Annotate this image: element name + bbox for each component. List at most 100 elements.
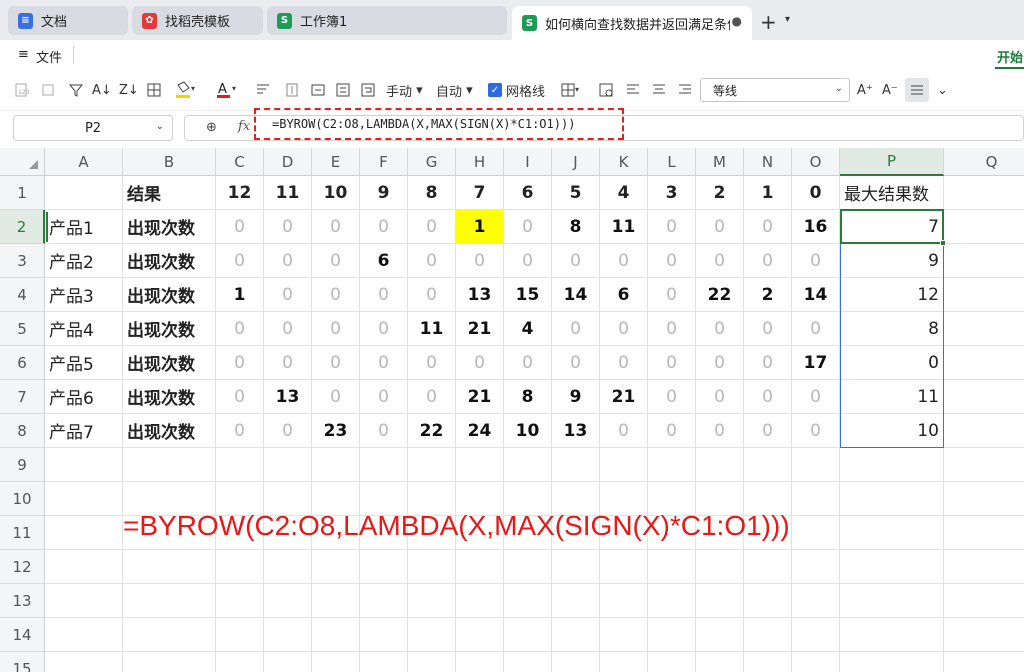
cell-O3[interactable]: 0 <box>792 244 840 278</box>
cell-C2[interactable]: 0 <box>216 210 264 244</box>
cell-J9[interactable] <box>552 448 600 482</box>
tab-active-sheet[interactable]: S 如何横向查找数据并返回满足条件 ● <box>512 6 752 40</box>
cell-E5[interactable]: 0 <box>312 312 360 346</box>
cell-A4[interactable]: 产品3 <box>45 278 123 312</box>
column-header-Q[interactable]: Q <box>944 148 1024 176</box>
row-header-11[interactable]: 11 <box>0 516 45 550</box>
cell-M8[interactable]: 0 <box>696 414 744 448</box>
cell-B1[interactable]: 结果 <box>123 176 216 210</box>
cell-P14[interactable] <box>840 618 944 652</box>
cell-Q9[interactable] <box>944 448 1024 482</box>
cell-I15[interactable] <box>504 652 552 672</box>
cell-B7[interactable]: 出现次数 <box>123 380 216 414</box>
cell-O1[interactable]: 0 <box>792 176 840 210</box>
cell-G5[interactable]: 11 <box>408 312 456 346</box>
cell-E12[interactable] <box>312 550 360 584</box>
cell-C6[interactable]: 0 <box>216 346 264 380</box>
cell-A7[interactable]: 产品6 <box>45 380 123 414</box>
cell-N15[interactable] <box>744 652 792 672</box>
clear-format-icon[interactable] <box>40 81 56 99</box>
cell-C15[interactable] <box>216 652 264 672</box>
cell-M1[interactable]: 2 <box>696 176 744 210</box>
cell-E15[interactable] <box>312 652 360 672</box>
cell-J14[interactable] <box>552 618 600 652</box>
cell-K14[interactable] <box>600 618 648 652</box>
cell-P9[interactable] <box>840 448 944 482</box>
cell-Q10[interactable] <box>944 482 1024 516</box>
cell-K12[interactable] <box>600 550 648 584</box>
cell-H4[interactable]: 13 <box>456 278 504 312</box>
cell-I8[interactable]: 10 <box>504 414 552 448</box>
tab-start[interactable]: 开始 <box>997 47 1023 66</box>
cell-L15[interactable] <box>648 652 696 672</box>
row-header-9[interactable]: 9 <box>0 448 45 482</box>
cell-G15[interactable] <box>408 652 456 672</box>
cell-K2[interactable]: 11 <box>600 210 648 244</box>
column-header-B[interactable]: B <box>123 148 216 176</box>
cell-F12[interactable] <box>360 550 408 584</box>
cell-G3[interactable]: 0 <box>408 244 456 278</box>
cell-D4[interactable]: 0 <box>264 278 312 312</box>
center-across-icon[interactable] <box>335 81 351 99</box>
cell-F8[interactable]: 0 <box>360 414 408 448</box>
cell-G7[interactable]: 0 <box>408 380 456 414</box>
cell-J6[interactable]: 0 <box>552 346 600 380</box>
cell-A8[interactable]: 产品7 <box>45 414 123 448</box>
cell-A1[interactable] <box>45 176 123 210</box>
cell-H9[interactable] <box>456 448 504 482</box>
cell-F14[interactable] <box>360 618 408 652</box>
cell-L12[interactable] <box>648 550 696 584</box>
cell-O12[interactable] <box>792 550 840 584</box>
gridlines-checkbox[interactable]: ✓ <box>488 83 502 97</box>
column-header-C[interactable]: C <box>216 148 264 176</box>
cell-O2[interactable]: 16 <box>792 210 840 244</box>
cell-K1[interactable]: 4 <box>600 176 648 210</box>
cell-A10[interactable] <box>45 482 123 516</box>
cell-E9[interactable] <box>312 448 360 482</box>
filter-icon[interactable] <box>68 81 84 99</box>
cell-M6[interactable]: 0 <box>696 346 744 380</box>
row-header-13[interactable]: 13 <box>0 584 45 618</box>
cell-F15[interactable] <box>360 652 408 672</box>
cell-M14[interactable] <box>696 618 744 652</box>
cell-B14[interactable] <box>123 618 216 652</box>
cell-P7[interactable]: 11 <box>840 380 944 414</box>
row-header-7[interactable]: 7 <box>0 380 45 414</box>
cell-J2[interactable]: 8 <box>552 210 600 244</box>
cell-F4[interactable]: 0 <box>360 278 408 312</box>
column-header-M[interactable]: M <box>696 148 744 176</box>
cell-L3[interactable]: 0 <box>648 244 696 278</box>
cell-C14[interactable] <box>216 618 264 652</box>
row-header-8[interactable]: 8 <box>0 414 45 448</box>
tab-docer[interactable]: ✿ 找稻壳模板 <box>132 6 263 35</box>
cell-H3[interactable]: 0 <box>456 244 504 278</box>
cell-Q2[interactable] <box>944 210 1024 244</box>
row-header-2[interactable]: 2 <box>0 210 45 244</box>
manual-dropdown[interactable]: 手动 ▾ <box>386 81 423 100</box>
chevron-down-icon[interactable]: ⌄ <box>937 81 948 99</box>
cell-O14[interactable] <box>792 618 840 652</box>
column-header-G[interactable]: G <box>408 148 456 176</box>
cell-A5[interactable]: 产品4 <box>45 312 123 346</box>
cell-K13[interactable] <box>600 584 648 618</box>
cell-L7[interactable]: 0 <box>648 380 696 414</box>
cell-H1[interactable]: 7 <box>456 176 504 210</box>
cell-D2[interactable]: 0 <box>264 210 312 244</box>
cell-H7[interactable]: 21 <box>456 380 504 414</box>
cell-L5[interactable]: 0 <box>648 312 696 346</box>
align-left-icon[interactable] <box>626 81 640 99</box>
formula-text[interactable]: =BYROW(C2:O8,LAMBDA(X,MAX(SIGN(X)*C1:O1)… <box>254 108 624 140</box>
font-color-icon[interactable]: A ▾ <box>216 81 238 99</box>
cell-A11[interactable] <box>45 516 123 550</box>
cell-F3[interactable]: 6 <box>360 244 408 278</box>
cell-Q1[interactable] <box>944 176 1024 210</box>
column-header-O[interactable]: O <box>792 148 840 176</box>
column-header-L[interactable]: L <box>648 148 696 176</box>
cell-F7[interactable]: 0 <box>360 380 408 414</box>
cell-M2[interactable]: 0 <box>696 210 744 244</box>
cell-P2[interactable]: 7 <box>840 210 944 244</box>
row-header-12[interactable]: 12 <box>0 550 45 584</box>
cell-P10[interactable] <box>840 482 944 516</box>
auto-dropdown[interactable]: 自动 ▾ <box>436 81 473 100</box>
cell-D3[interactable]: 0 <box>264 244 312 278</box>
